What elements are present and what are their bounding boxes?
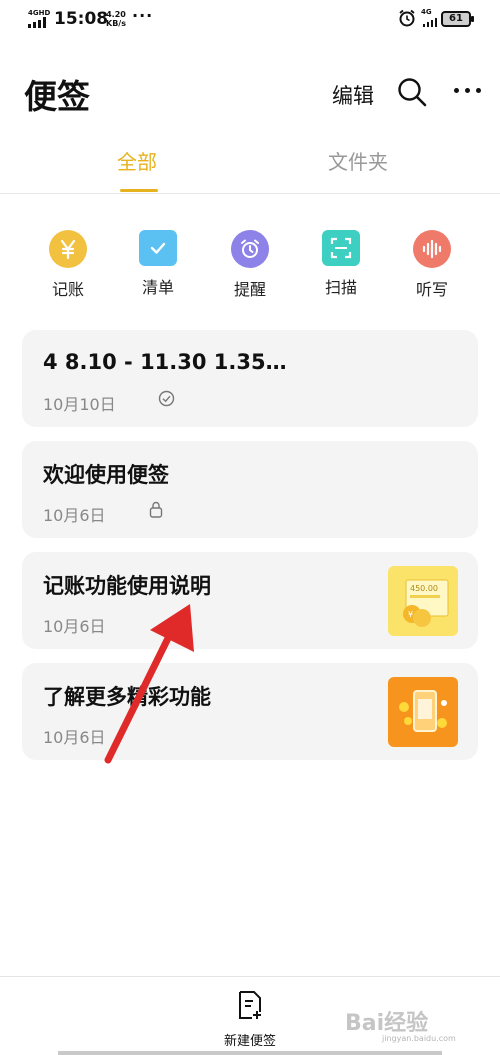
quick-action-dictation[interactable]: 听写 [392,230,472,300]
new-note-label: 新建便签 [223,1034,276,1049]
quick-action-label: 清单 [141,278,174,297]
quick-action-bookkeeping[interactable]: 记账 [28,230,108,300]
note-card[interactable]: 欢迎使用便签 10月6日 [22,441,478,538]
note-card[interactable]: 了解更多精彩功能 10月6日 [22,663,478,760]
quick-action-label: 记账 [51,280,84,299]
new-note-icon [239,991,261,1019]
note-date: 10月6日 [43,617,106,636]
voice-icon [413,230,451,268]
home-indicator [58,1051,442,1055]
status-bar: 4GHD 15:08 4.20 KB/s ··· 4G 61 [0,0,500,40]
clock: 15:08 [54,9,109,29]
net-speed-unit: KB/s [106,19,126,28]
quick-action-label: 提醒 [233,280,266,299]
battery-indicator: 61 [441,11,474,27]
new-note-button[interactable]: 新建便签 [210,990,290,1049]
lock-icon [149,501,163,518]
note-card[interactable]: 4 8.10 - 11.30 1.35… 10月10日 [22,330,478,427]
note-title: 4 8.10 - 11.30 1.35… [43,350,287,374]
note-title: 记账功能使用说明 [43,574,211,598]
watermark-logo: Bai经验 [345,1011,429,1036]
quick-action-checklist[interactable]: 清单 [118,230,198,298]
edit-button[interactable]: 编辑 [332,80,374,110]
signal-icon-2 [423,18,437,27]
note-title: 了解更多精彩功能 [43,685,211,709]
search-icon[interactable] [396,76,428,108]
net-speed: 4.20 KB/s [106,10,126,28]
quick-action-label: 听写 [415,280,448,299]
thumb-amount: 450.00 [410,584,438,593]
network-type: 4GHD [28,9,51,17]
alarm-clock-icon [231,230,269,268]
bookkeeping-thumbnail: 450.00 ¥ [388,566,458,636]
net-speed-value: 4.20 [106,10,126,19]
quick-action-label: 扫描 [324,278,357,297]
scan-icon [322,230,360,266]
svg-text:¥: ¥ [408,610,413,619]
watermark-url: jingyan.baidu.com [382,1034,456,1043]
note-title: 欢迎使用便签 [43,463,169,487]
tab-divider [0,193,500,194]
features-thumbnail [388,677,458,747]
note-date: 10月6日 [43,728,106,747]
notification-more-icon: ··· [132,6,154,25]
network-type-2: 4G [421,8,432,16]
more-icon[interactable] [454,88,484,96]
tab-folder[interactable]: 文件夹 [328,146,388,175]
tab-all[interactable]: 全部 [117,146,157,175]
page-title: 便签 [24,77,90,116]
quick-action-scan[interactable]: 扫描 [301,230,381,298]
yen-icon [49,230,87,268]
active-tab-indicator [120,189,158,192]
note-date: 10月10日 [43,395,116,414]
note-card[interactable]: 记账功能使用说明 10月6日 450.00 ¥ [22,552,478,649]
bottom-divider [0,976,500,977]
note-date: 10月6日 [43,506,106,525]
checklist-icon [139,230,177,266]
signal-icon [28,17,48,28]
quick-action-reminder[interactable]: 提醒 [210,230,290,300]
alarm-icon [399,9,415,27]
check-circle-icon [158,390,175,407]
